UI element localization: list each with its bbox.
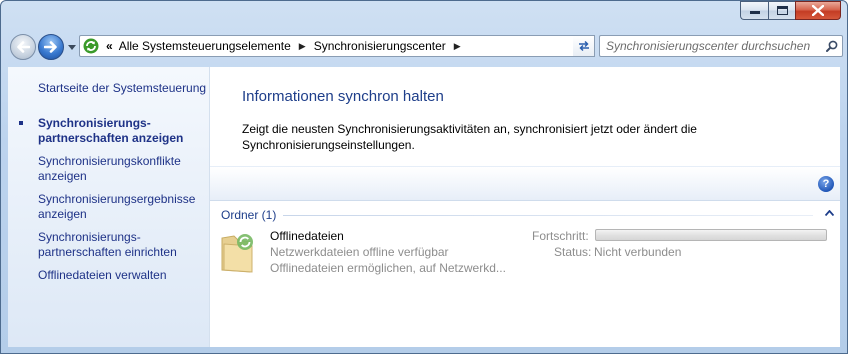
maximize-icon [776,6,788,15]
help-icon[interactable]: ? [818,176,834,192]
sidebar-item-label: Offlinedateien verwalten [38,268,167,282]
sidebar-item-view-conflicts[interactable]: Synchronisierungskonflikte anzeigen [38,154,208,184]
search-input[interactable]: Synchronisierungscenter durchsuchen [600,39,822,53]
caption-buttons [740,1,841,20]
active-item-bullet [19,121,23,125]
sidebar-item-label: Synchronisierungskonflikte [38,154,181,168]
status-value: Nicht verbunden [594,245,682,259]
folder-sync-icon [220,228,260,274]
breadcrumb-item-sync-center[interactable]: Synchronisierungscenter [314,39,446,53]
group-header[interactable]: Ordner (1) [221,208,276,222]
page-description: Zeigt die neusten Synchronisierungsaktiv… [242,122,697,152]
sidebar-item-label: partnerschaften einrichten [38,245,177,259]
sidebar-item-manage-offline-files[interactable]: Offlinedateien verwalten [38,268,208,283]
close-icon [812,5,824,16]
refresh-icon [578,40,589,52]
refresh-button[interactable] [573,35,595,57]
sidebar-item-label: Synchronisierungs- [38,230,141,244]
content-area: Startseite der Systemsteuerung Synchroni… [8,67,840,347]
recent-pages-dropdown[interactable] [67,43,76,52]
breadcrumb-separator-icon[interactable]: ▶ [299,41,306,52]
item-description: Offlinedateien ermöglichen, auf Netzwerk… [270,261,506,275]
sidebar-item-view-results[interactable]: Synchronisierungsergebnisse anzeigen [38,192,208,222]
sidebar-item-label: anzeigen [38,169,87,183]
sync-item-offline-files[interactable]: Offlinedateien Netzwerkdateien offline v… [220,228,830,276]
help-label: ? [822,178,830,190]
sidebar-item-label: Synchronisierungs- [38,116,151,130]
forward-button[interactable] [38,34,64,60]
back-button[interactable] [10,34,36,60]
search-box[interactable]: Synchronisierungscenter durchsuchen [599,35,843,57]
minimize-button[interactable] [740,1,768,20]
arrow-left-icon [17,41,30,53]
breadcrumb-separator-icon[interactable]: ▶ [454,41,461,52]
item-name: Offlinedateien [270,229,344,243]
progress-bar [595,229,827,241]
navigation-toolbar: « Alle Systemsteuerungselemente ▶ Synchr… [7,31,843,61]
breadcrumb-item-control-panel[interactable]: Alle Systemsteuerungselemente [119,39,291,53]
task-pane: Startseite der Systemsteuerung Synchroni… [8,67,210,347]
command-band: ? [210,166,840,201]
breadcrumb-overflow-button[interactable]: « [106,39,113,53]
sidebar-item-setup-partnerships[interactable]: Synchronisierungs- partnerschaften einri… [38,230,208,260]
status-label: Status: [554,245,592,259]
address-bar[interactable]: « Alle Systemsteuerungselemente ▶ Synchr… [79,35,595,57]
sidebar-item-label: Synchronisierungsergebnisse [38,192,196,206]
maximize-button[interactable] [768,1,795,20]
main-pane: Informationen synchron halten Zeigt die … [210,67,840,347]
page-title: Informationen synchron halten [242,88,444,105]
group-divider [283,215,813,216]
sidebar-item-view-partnerships[interactable]: Synchronisierungs- partnerschaften anzei… [38,116,208,146]
item-subtitle: Netzwerkdateien offline verfügbar [270,245,449,259]
explorer-window: « Alle Systemsteuerungselemente ▶ Synchr… [0,0,848,354]
arrow-right-icon [44,41,57,53]
sync-center-icon [82,37,100,55]
search-icon[interactable] [822,40,842,52]
sidebar-item-label: partnerschaften anzeigen [38,131,184,145]
close-button[interactable] [795,1,841,20]
sidebar-item-label: anzeigen [38,207,87,221]
chevron-down-icon [67,45,76,50]
control-panel-home-link[interactable]: Startseite der Systemsteuerung [38,81,208,96]
minimize-icon [749,10,760,14]
chevron-up-icon[interactable] [824,209,834,217]
progress-label: Fortschritt: [532,229,589,243]
